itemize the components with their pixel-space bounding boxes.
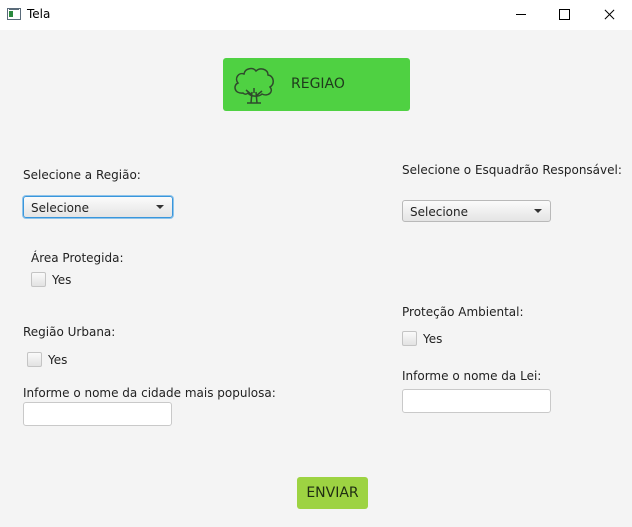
region-label: Selecione a Região: xyxy=(23,168,141,182)
protected-area-checkbox[interactable] xyxy=(31,272,46,287)
minimize-button[interactable] xyxy=(498,0,544,30)
city-label: Informe o nome da cidade mais populosa: xyxy=(23,386,276,400)
window-title: Tela xyxy=(27,7,51,21)
urban-region-checkbox[interactable] xyxy=(27,352,42,367)
close-button[interactable] xyxy=(586,0,632,30)
app-icon xyxy=(7,8,21,20)
environmental-checkbox[interactable] xyxy=(402,331,417,346)
region-select-value: Selecione xyxy=(31,201,89,215)
environmental-option-label: Yes xyxy=(423,332,443,346)
region-select[interactable]: Selecione xyxy=(23,196,173,218)
city-input[interactable] xyxy=(23,402,172,426)
region-title: REGIAO xyxy=(291,76,345,92)
submit-button[interactable]: ENVIAR xyxy=(297,477,368,509)
title-bar[interactable]: Tela xyxy=(0,0,632,30)
protected-area-option-label: Yes xyxy=(52,273,72,287)
urban-region-label: Região Urbana: xyxy=(23,325,116,339)
law-label: Informe o nome da Lei: xyxy=(402,369,542,383)
tree-icon xyxy=(234,67,274,104)
squad-select[interactable]: Selecione xyxy=(402,200,551,222)
chevron-down-icon xyxy=(534,209,542,213)
app-window: Tela REGIAO Selecione a Região: Selecion… xyxy=(0,0,632,527)
maximize-button[interactable] xyxy=(541,0,587,30)
law-input[interactable] xyxy=(402,389,551,413)
environmental-label: Proteção Ambiental: xyxy=(402,305,524,319)
squad-label: Selecione o Esquadrão Responsável: xyxy=(402,163,622,177)
urban-region-option-label: Yes xyxy=(48,353,68,367)
region-header-button[interactable]: REGIAO xyxy=(223,58,410,111)
chevron-down-icon xyxy=(156,205,164,209)
squad-select-value: Selecione xyxy=(410,205,468,219)
protected-area-label: Área Protegida: xyxy=(31,251,124,265)
